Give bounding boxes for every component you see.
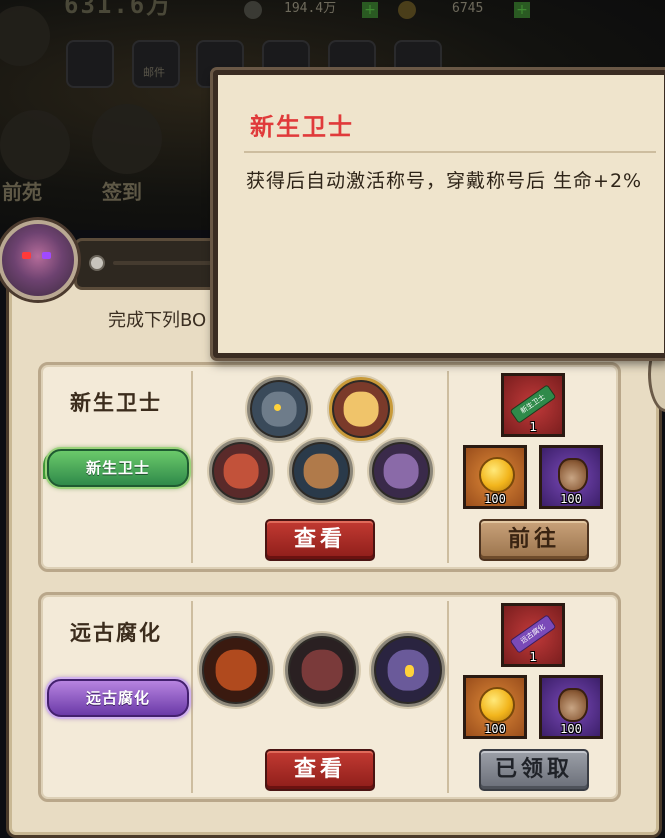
monster-portrait[interactable] bbox=[199, 633, 273, 707]
player-avatar[interactable] bbox=[0, 220, 78, 300]
gold-coin-icon bbox=[479, 687, 515, 723]
tooltip-title: 新生卫士 bbox=[250, 113, 354, 141]
reward-gold-coin[interactable]: 100 bbox=[463, 445, 527, 509]
goto-button[interactable]: 前往 bbox=[479, 519, 589, 561]
gold-coin-icon bbox=[479, 457, 515, 493]
row-divider bbox=[191, 371, 193, 563]
title-badge-green: 新生卫士 bbox=[47, 449, 189, 487]
monster-portrait[interactable] bbox=[329, 377, 393, 441]
view-button[interactable]: 查看 bbox=[265, 519, 375, 561]
side-label-checkin: 签到 bbox=[102, 180, 142, 204]
monster-portrait[interactable] bbox=[209, 439, 273, 503]
nav-button-1[interactable] bbox=[66, 40, 114, 88]
panel-subtitle: 完成下列BO bbox=[108, 310, 207, 331]
loot-bag-icon bbox=[558, 458, 588, 492]
monster-portrait[interactable] bbox=[369, 439, 433, 503]
currency2-value: 6745 bbox=[452, 1, 484, 16]
view-button[interactable]: 查看 bbox=[265, 749, 375, 791]
reward-count: 1 bbox=[529, 420, 537, 434]
claimed-button: 已领取 bbox=[479, 749, 589, 791]
row-divider bbox=[447, 371, 449, 563]
monster-face bbox=[383, 453, 419, 489]
power-value: 631.6万 bbox=[64, 0, 173, 19]
loot-bag-icon bbox=[558, 688, 588, 722]
monster-portrait[interactable] bbox=[247, 377, 311, 441]
row-divider bbox=[191, 601, 193, 793]
nav-label-mail: 邮件 bbox=[143, 66, 165, 79]
reward-count: 100 bbox=[484, 492, 506, 506]
reward-count: 100 bbox=[484, 722, 506, 736]
side-icon-1[interactable] bbox=[0, 110, 70, 180]
title-badge-purple: 远古腐化 bbox=[47, 679, 189, 717]
side-label-1: 前苑 bbox=[2, 180, 42, 204]
side-icon-2[interactable] bbox=[92, 104, 162, 174]
monster-face bbox=[215, 649, 257, 691]
reward-title-scroll[interactable]: 远古腐化 1 bbox=[501, 603, 565, 667]
row-title: 远古腐化 bbox=[70, 621, 162, 645]
monster-face bbox=[343, 391, 379, 427]
monster-eye bbox=[405, 664, 414, 677]
monster-portrait[interactable] bbox=[285, 633, 359, 707]
monster-face bbox=[301, 649, 343, 691]
currency1-value: 194.4万 bbox=[284, 1, 337, 16]
reward-gold-coin[interactable]: 100 bbox=[463, 675, 527, 739]
monster-face bbox=[303, 453, 339, 489]
monster-portrait[interactable] bbox=[289, 439, 353, 503]
reward-count: 1 bbox=[529, 650, 537, 664]
reward-loot-bag[interactable]: 100 bbox=[539, 675, 603, 739]
diamond-icon bbox=[244, 1, 262, 19]
monster-face bbox=[223, 453, 259, 489]
reward-title-scroll[interactable]: 新生卫士 1 bbox=[501, 373, 565, 437]
avatar-eye-right bbox=[42, 252, 51, 259]
tooltip-description: 获得后自动激活称号，穿戴称号后 生命+2% bbox=[246, 170, 643, 192]
scroll-icon: 新生卫士 bbox=[509, 384, 557, 424]
reward-count: 100 bbox=[560, 722, 582, 736]
reward-loot-bag[interactable]: 100 bbox=[539, 445, 603, 509]
header-knob bbox=[89, 255, 105, 271]
avatar-eye-left bbox=[22, 252, 31, 259]
monster-portrait[interactable] bbox=[371, 633, 445, 707]
reward-count: 100 bbox=[560, 492, 582, 506]
row-title: 新生卫士 bbox=[70, 391, 162, 415]
row-divider bbox=[447, 601, 449, 793]
add-currency1-button[interactable]: + bbox=[362, 2, 378, 18]
add-currency2-button[interactable]: + bbox=[514, 2, 530, 18]
title-row-1: 新生卫士 新生卫士 查看 新生卫士 1 100 100 前往 bbox=[38, 362, 621, 572]
title-row-2: 远古腐化 远古腐化 查看 远古腐化 1 100 100 已领取 bbox=[38, 592, 621, 802]
title-tooltip: 新生卫士 获得后自动激活称号，穿戴称号后 生命+2% bbox=[213, 70, 665, 358]
scroll-icon: 远古腐化 bbox=[509, 614, 557, 654]
coin-icon bbox=[398, 1, 416, 19]
tooltip-divider bbox=[244, 151, 656, 153]
